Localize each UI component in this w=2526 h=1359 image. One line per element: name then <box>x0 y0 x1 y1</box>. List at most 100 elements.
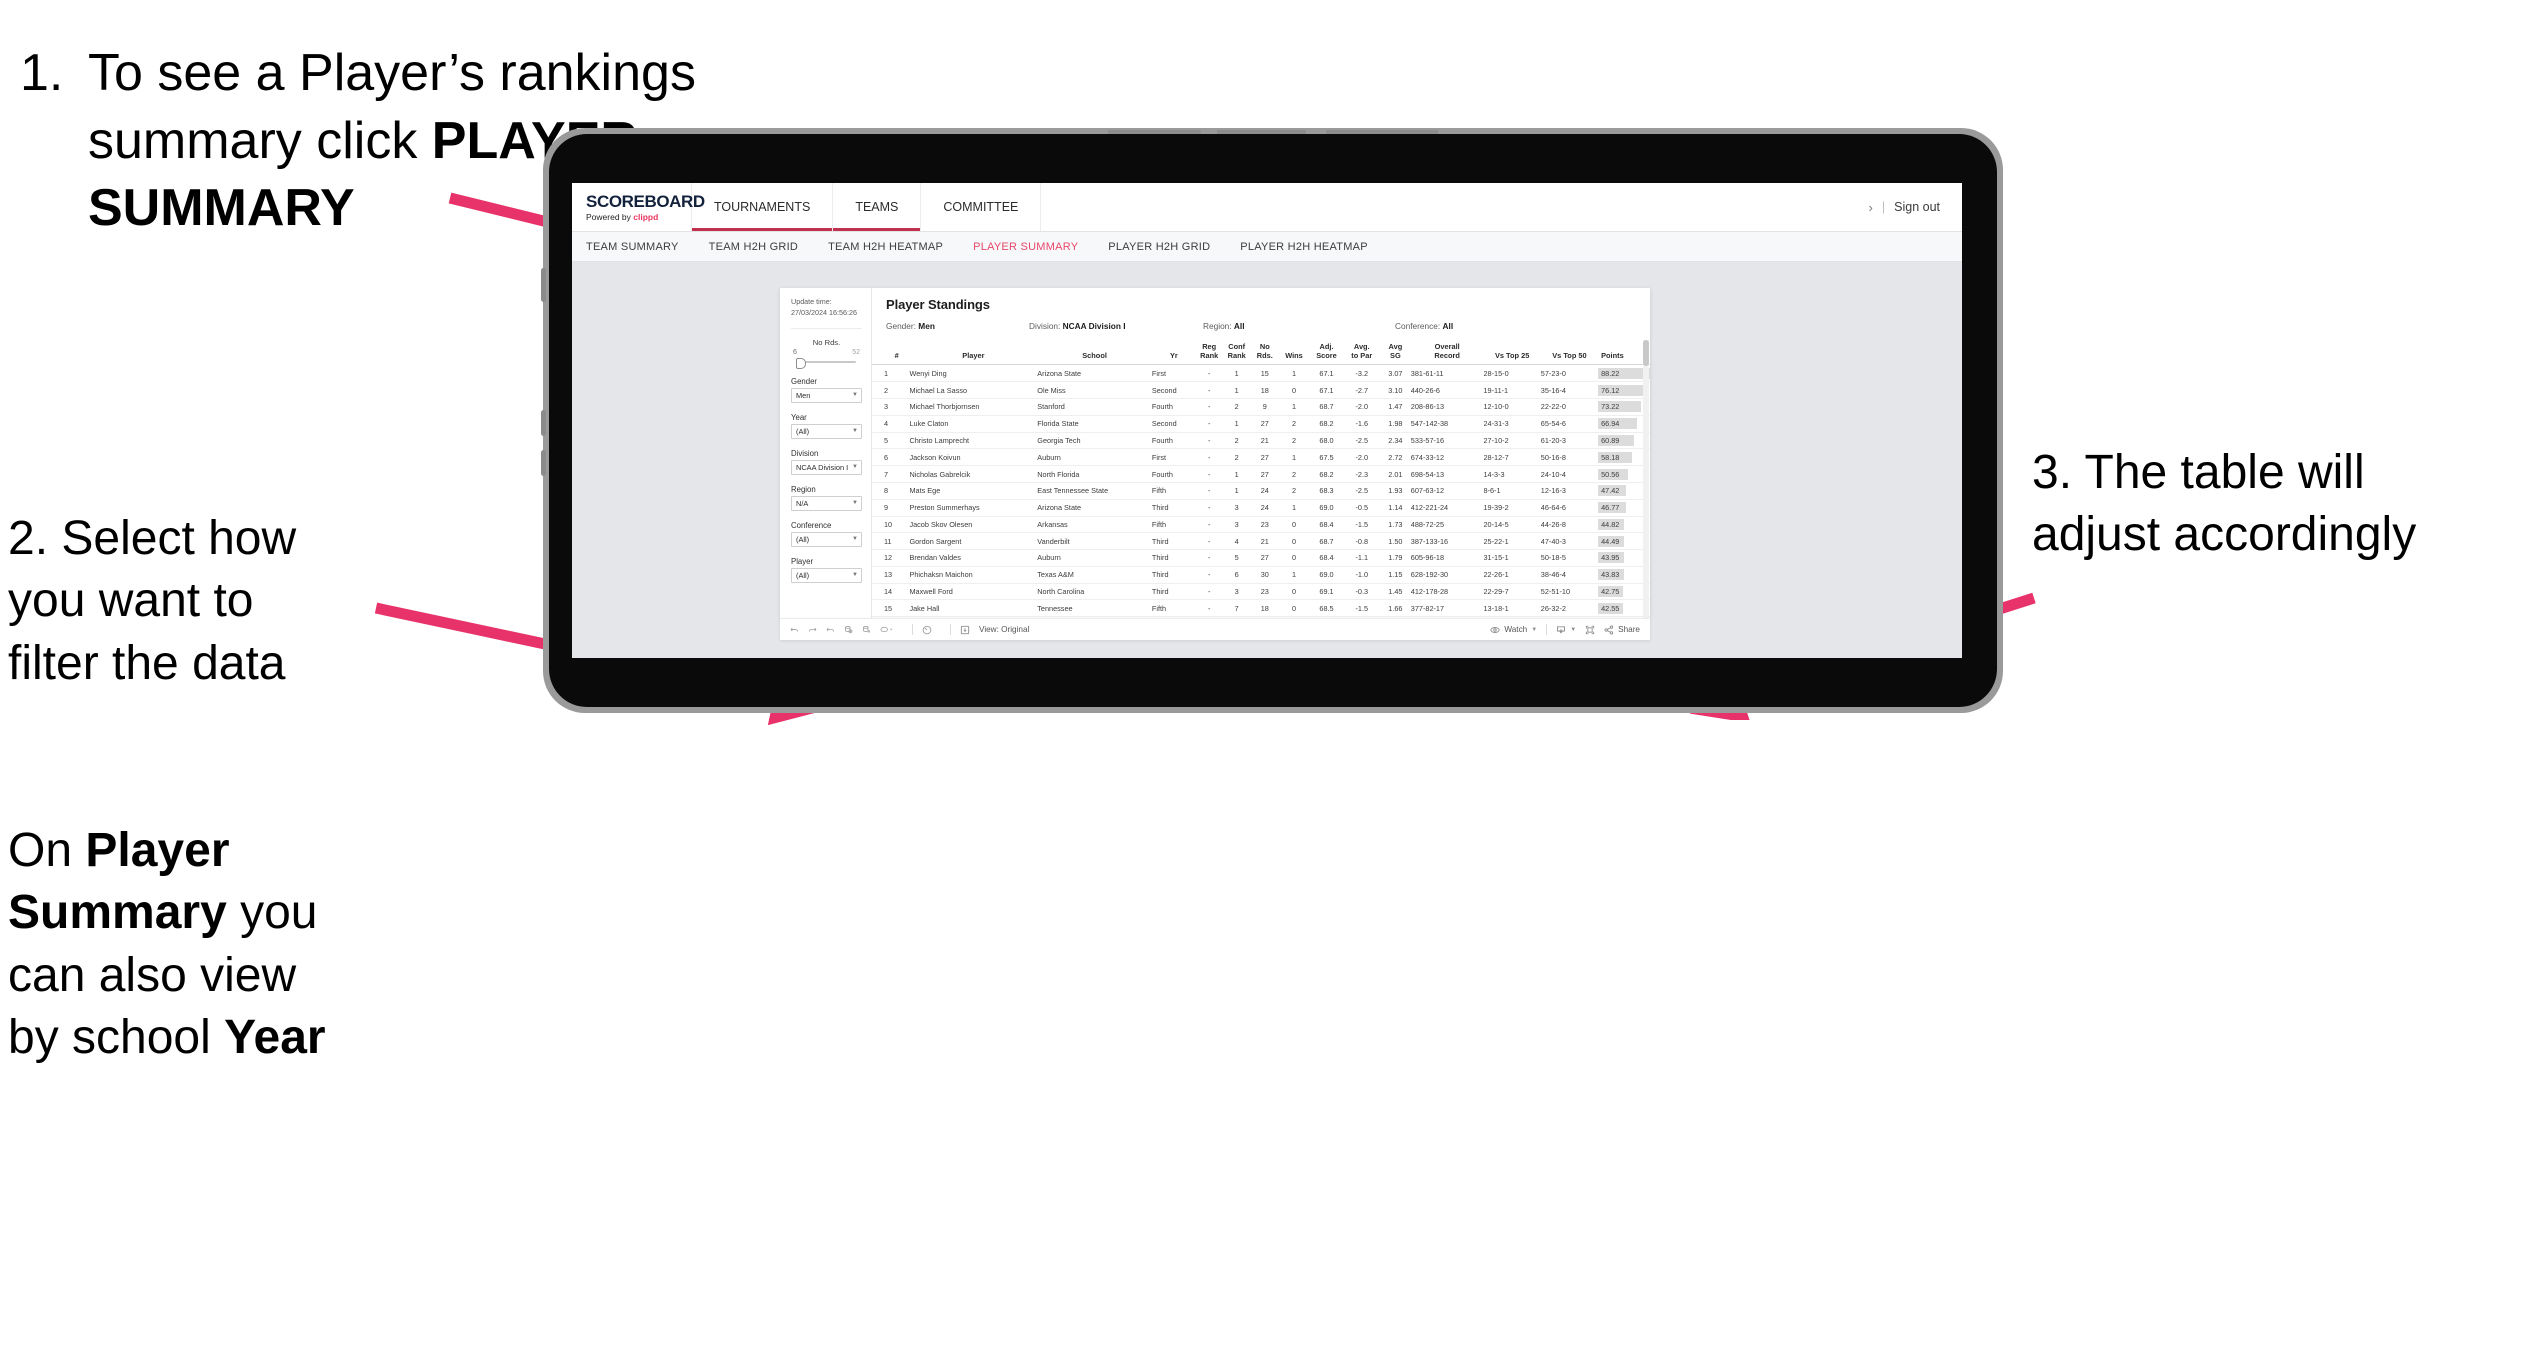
cell-vs-top-50: 50-16-8 <box>1540 448 1599 467</box>
table-row[interactable]: 13 Phichaksn Maichon Texas A&M Third -6 30 1 69… <box>872 566 1650 584</box>
nav-tournaments[interactable]: TOURNAMENTS <box>692 183 834 231</box>
pill-dropdown-icon[interactable] <box>880 625 894 634</box>
download-button[interactable]: ▼ <box>1556 625 1576 635</box>
view-original-label[interactable]: View: Original <box>979 625 1029 634</box>
col-player[interactable]: Player <box>909 340 1038 366</box>
table-row[interactable]: 5 Christo Lamprecht Georgia Tech Fourth -2 21… <box>872 432 1650 450</box>
filter-conference-label: Conference <box>791 520 832 530</box>
cell-no-rds: 23 <box>1251 516 1279 534</box>
meta-conference-label: Conference: <box>1395 321 1441 331</box>
undo-icon[interactable] <box>790 625 799 634</box>
pause-auto-update-icon[interactable] <box>922 625 932 635</box>
col-conf-rank[interactable]: Conf Rank <box>1222 340 1252 366</box>
refresh-data-icon[interactable] <box>844 625 853 634</box>
table-row[interactable]: 6 Jackson Koivun Auburn First -2 27 1 67.5 -2.0 2… <box>872 448 1650 467</box>
annotation-2b-p4: by school <box>8 1011 225 1065</box>
table-row[interactable]: 12 Brendan Valdes Auburn Third -5 27 0 68.4 -1.1… <box>872 549 1650 567</box>
watch-button[interactable]: Watch ▼ <box>1490 625 1537 635</box>
col-rank[interactable]: # <box>872 340 910 366</box>
table-row[interactable]: 14 Maxwell Ford North Carolina Third -3 23 0 69… <box>872 583 1650 601</box>
tablet-side-button-1 <box>541 410 546 436</box>
tab-player-h2h-heatmap[interactable]: PLAYER H2H HEATMAP <box>1240 241 1388 253</box>
cell-avg-to-par: -1.5 <box>1343 599 1380 618</box>
tab-player-h2h-grid[interactable]: PLAYER H2H GRID <box>1108 241 1230 253</box>
cell-vs-top-25: 20-14-5 <box>1483 516 1541 534</box>
col-vs-top-50[interactable]: Vs Top 50 <box>1540 340 1599 366</box>
table-scrollbar[interactable] <box>1643 340 1649 618</box>
filter-year-select[interactable]: (All) ▼ <box>791 423 862 439</box>
standings-meta: Gender: Men Division: NCAA Division I Re… <box>886 321 1650 340</box>
cell-avg-to-par: -0.8 <box>1343 532 1380 551</box>
points-value: 47.42 <box>1601 486 1620 496</box>
col-school[interactable]: School <box>1037 340 1152 366</box>
filter-gender-select[interactable]: Men ▼ <box>791 387 862 403</box>
cell-vs-top-50: 46-64-6 <box>1540 499 1599 517</box>
col-no-rds[interactable]: No Rds. <box>1251 340 1279 366</box>
filter-conference: Conference (All) ▼ <box>791 521 862 547</box>
filter-gender: Gender Men ▼ <box>791 377 862 403</box>
revert-icon[interactable] <box>826 625 835 634</box>
no-rounds-slider[interactable] <box>793 357 860 369</box>
cell-wins: 1 <box>1278 499 1310 517</box>
redo-icon[interactable] <box>808 625 817 634</box>
table-row[interactable]: 1 Wenyi Ding Arizona State First -1 15 1 67.1 -3… <box>872 364 1650 383</box>
table-row[interactable]: 10 Jacob Skov Olesen Arkansas Fifth -3 23 0 68.… <box>872 516 1650 534</box>
table-scrollbar-thumb[interactable] <box>1643 340 1649 366</box>
cell-vs-top-50: 38-46-4 <box>1540 566 1599 584</box>
table-row[interactable]: 3 Michael Thorbjornsen Stanford Fourth -2 9 1 6… <box>872 398 1650 416</box>
cell-reg-rank: - <box>1195 364 1223 383</box>
filter-division-select[interactable]: NCAA Division I ▼ <box>791 459 862 475</box>
col-overall-record[interactable]: Overall Record <box>1410 340 1484 366</box>
cell-reg-rank: - <box>1195 381 1223 400</box>
table-row[interactable]: 9 Preston Summerhays Arizona State Third -3 2… <box>872 499 1650 517</box>
table-row[interactable]: 15 Jake Hall Tennessee Fifth -7 18 0 68.5 -1.5 1.… <box>872 599 1650 618</box>
nav-teams[interactable]: TEAMS <box>833 183 922 231</box>
sign-out-link[interactable]: Sign out <box>1894 200 1940 214</box>
col-vs-top-25[interactable]: Vs Top 25 <box>1483 340 1541 366</box>
tab-player-summary[interactable]: PLAYER SUMMARY <box>973 241 1098 253</box>
table-row[interactable]: 4 Luke Claton Florida State Second -1 27 2 68.2… <box>872 415 1650 433</box>
col-reg-rank[interactable]: Reg Rank <box>1195 340 1223 366</box>
nav-committee[interactable]: COMMITTEE <box>921 183 1042 231</box>
cell-adj-score: 68.4 <box>1309 516 1344 534</box>
cell-vs-top-25: 28-15-0 <box>1483 364 1541 383</box>
cell-vs-top-50: 35-16-4 <box>1540 381 1599 400</box>
cell-vs-top-25: 22-26-1 <box>1483 566 1541 584</box>
col-year[interactable]: Yr <box>1151 340 1196 366</box>
table-row[interactable]: 8 Mats Ege East Tennessee State Fifth -1 24 2 6… <box>872 482 1650 500</box>
view-original-icon[interactable] <box>960 625 970 635</box>
cell-vs-top-25: 14-3-3 <box>1483 465 1541 483</box>
col-avg-to-par[interactable]: Avg. to Par <box>1343 340 1380 366</box>
table-row[interactable]: 11 Gordon Sargent Vanderbilt Third -4 21 0 68.7… <box>872 532 1650 551</box>
tab-team-h2h-grid[interactable]: TEAM H2H GRID <box>709 241 818 253</box>
col-avg-sg[interactable]: Avg SG <box>1379 340 1411 366</box>
cell-vs-top-25: 8-6-1 <box>1483 482 1541 500</box>
cell-vs-top-25: 22-29-7 <box>1483 583 1541 601</box>
pause-data-icon[interactable] <box>862 625 871 634</box>
cell-year: Fourth <box>1151 432 1196 450</box>
meta-division-label: Division: <box>1029 321 1061 331</box>
cell-conf-rank: 3 <box>1222 499 1252 517</box>
fullscreen-icon[interactable] <box>1585 625 1595 635</box>
share-button[interactable]: Share <box>1604 625 1640 635</box>
col-adj-score[interactable]: Adj. Score <box>1309 340 1344 366</box>
filter-region-select[interactable]: N/A ▼ <box>791 495 862 511</box>
cell-no-rds: 24 <box>1251 499 1279 517</box>
filter-conference-select[interactable]: (All) ▼ <box>791 531 862 547</box>
table-row[interactable]: 7 Nicholas Gabrelcik North Florida Fourth -1… <box>872 465 1650 483</box>
tab-team-h2h-heatmap[interactable]: TEAM H2H HEATMAP <box>828 241 963 253</box>
cell-wins: 0 <box>1278 381 1310 400</box>
chevron-down-icon: ▼ <box>852 499 858 506</box>
tab-team-summary[interactable]: TEAM SUMMARY <box>586 241 699 253</box>
cell-vs-top-50: 22-22-0 <box>1540 398 1599 416</box>
toolbar-divider-1 <box>912 624 913 635</box>
cell-vs-top-50: 65-54-6 <box>1540 415 1599 433</box>
cell-adj-score: 69.0 <box>1309 566 1344 584</box>
filter-gender-label: Gender <box>791 376 818 386</box>
filter-player-select[interactable]: (All) ▼ <box>791 567 862 583</box>
col-wins[interactable]: Wins <box>1278 340 1310 366</box>
annotation-1-line2: summary click <box>88 111 432 170</box>
slider-handle[interactable] <box>796 357 806 369</box>
table-row[interactable]: 2 Michael La Sasso Ole Miss Second -1 18 0 67.1… <box>872 381 1650 400</box>
share-label: Share <box>1618 625 1640 634</box>
